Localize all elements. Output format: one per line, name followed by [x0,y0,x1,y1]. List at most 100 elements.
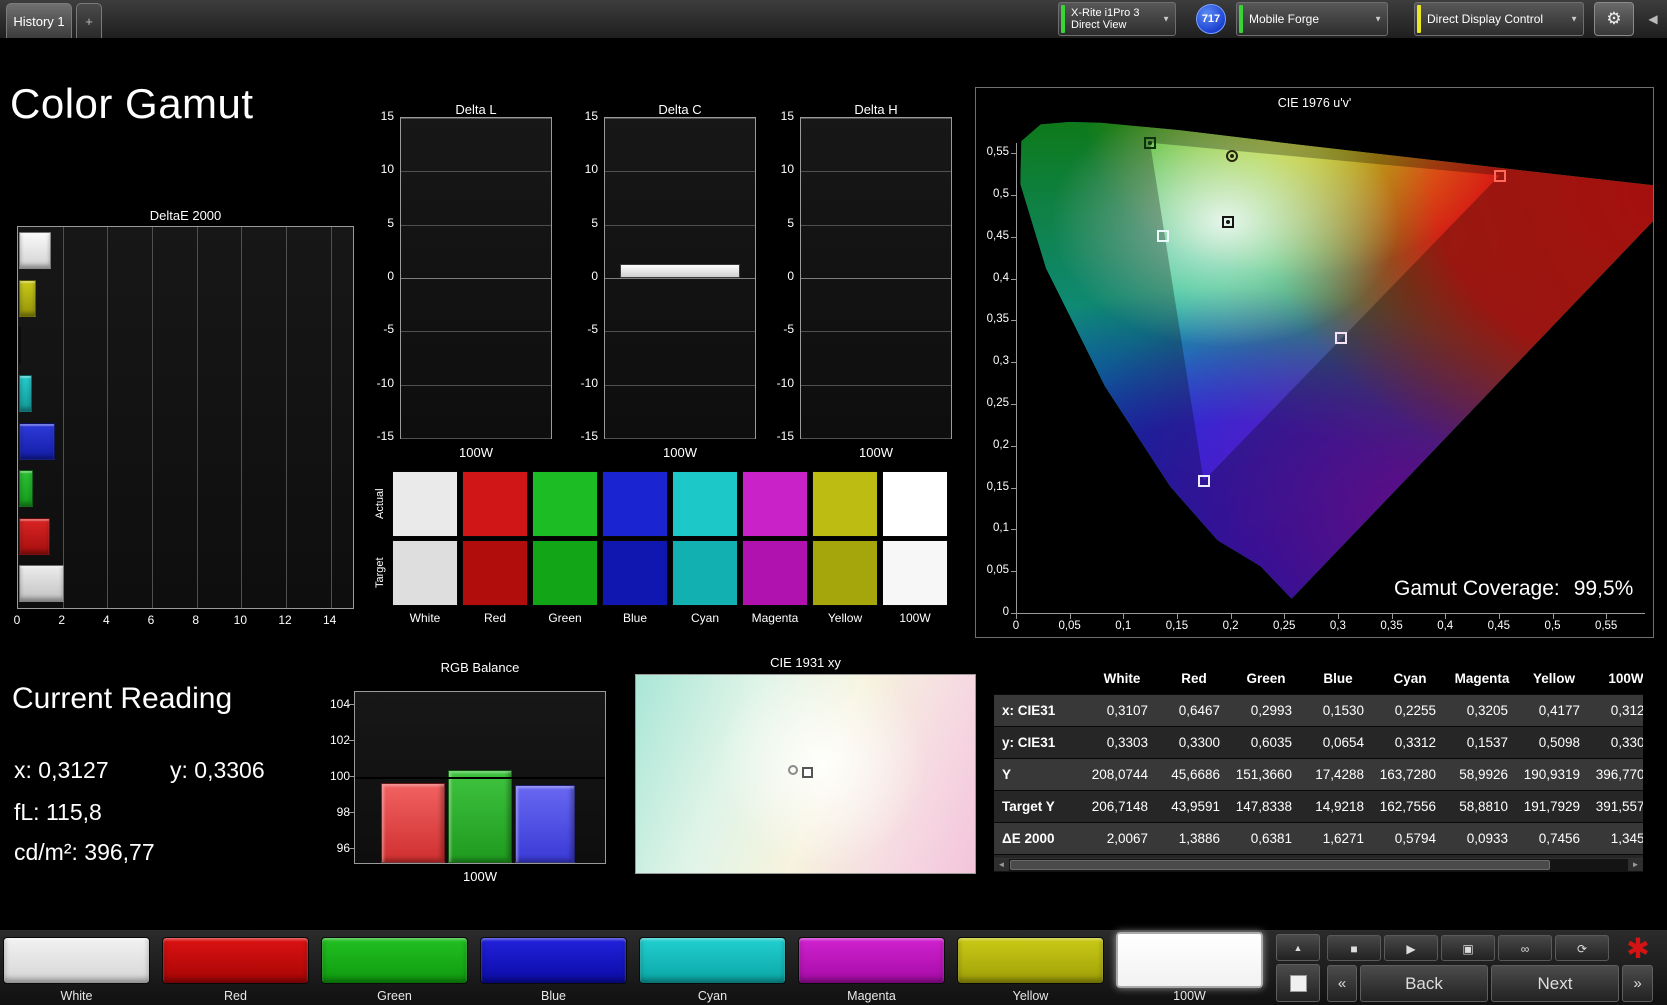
chevron-down-icon: ▼ [1162,14,1170,24]
swatch-actual [742,471,808,537]
cie-ytick-label: 0,2 [993,438,1009,451]
swatch-label: Blue [622,611,648,625]
delta-ytick-label: 15 [780,109,794,123]
cie-xtick-label: 0,25 [1273,620,1296,632]
cie1976-title: CIE 1976 u'v' [1277,96,1352,110]
source-status-bar [1239,5,1243,33]
next-chevron-button[interactable]: » [1622,965,1653,1002]
deltae-gridline [152,227,153,608]
swatch-label: Green [548,611,582,625]
cie-xtick-mark [1498,614,1500,619]
table-cell: 0,3312 [1394,735,1436,750]
table-scrollbar[interactable]: ◄ ► [994,858,1643,872]
chevron-left-icon: « [1337,975,1347,992]
cie-xtick-mark [1606,614,1608,619]
table-row: Target Y 206,7148 43,9591 147,8338 14,9218 16… [994,791,1643,823]
delta-c-x-label: 100W [663,445,697,460]
cie-ytick-label: 0,1 [993,522,1009,535]
marker-dot [1230,154,1235,159]
add-tab-button[interactable]: + [76,3,102,38]
meter-dropdown[interactable]: X-Rite i1Pro 3 Direct View ▼ [1058,2,1176,36]
rgb-ytick-mark [349,775,354,777]
delta-l-chart: Delta L 100W 15 10 5 0 -5 -10 -15 [360,100,556,465]
cie-xtick-label: 0 [1012,620,1020,632]
back-button[interactable]: Back [1360,965,1488,1002]
deltae-bar-red [19,517,51,555]
patch-yellow[interactable] [957,937,1104,984]
patch-red[interactable] [162,937,309,984]
deltae-xtick-label: 0 [13,613,21,627]
deltae-xtick-label: 8 [192,613,199,627]
scroll-left-icon[interactable]: ◄ [994,859,1009,871]
scroll-right-icon[interactable]: ► [1628,859,1643,871]
gamut-coverage: Gamut Coverage: 99,5% [1394,577,1633,601]
display-control-dropdown[interactable]: Direct Display Control ▼ [1414,2,1584,36]
plus-icon: + [85,13,93,29]
table-row: ΔE 2000 2,0067 1,3886 0,6381 1,6271 0,5794 0,0… [994,823,1643,855]
rgb-plot [354,691,606,864]
transport-infinity-icon[interactable]: ∞ [1498,935,1552,961]
table-row: x: CIE31 0,3107 0,6467 0,2993 0,1530 0,2255 0,… [994,695,1643,727]
cie1931-title: CIE 1931 xy [770,655,841,670]
delta-ytick-label: -10 [580,375,598,390]
reading-y: y: 0,3306 [170,757,265,783]
table-cell: 0,1537 [1466,735,1508,750]
back-chevron-button[interactable]: « [1327,965,1357,1002]
deltae-gridline [330,227,332,608]
transport-save-icon[interactable]: ▣ [1441,935,1495,961]
cie-horseshoe [1020,121,1653,599]
collapse-panel-button[interactable]: ◀ [1641,2,1665,36]
patch-blue[interactable] [480,937,627,984]
patch-magenta[interactable] [798,937,945,984]
display-status-bar [1417,5,1421,33]
magenta-secondary-marker [1335,332,1348,345]
table-header-cell: Yellow [1532,671,1576,686]
swatch-actual [812,471,878,537]
cie1931-panel [635,674,976,874]
patch-white[interactable] [3,937,150,984]
transport-stop-icon[interactable]: ■ [1327,935,1381,961]
delta-ytick-label: -10 [776,375,794,390]
delta-h-x-label: 100W [859,445,893,460]
badge-value: 717 [1201,13,1221,25]
delta-gridline [605,331,755,333]
transport-refresh-icon[interactable]: ⟳ [1555,935,1609,961]
cie-xtick-mark [1552,614,1554,619]
source-dropdown[interactable]: Mobile Forge ▼ [1236,2,1388,36]
delta-l-title: Delta L [455,102,497,117]
measurement-count-badge[interactable]: 717 [1196,4,1226,34]
table-cell: 0,6467 [1178,703,1220,718]
scroll-thumb[interactable] [1010,860,1550,870]
swatch-label: Cyan [690,611,719,625]
tab-history-1[interactable]: History 1 [6,3,72,38]
cie-ytick-mark [1011,236,1016,238]
transport-play-icon[interactable]: ▶ [1384,935,1438,961]
pattern-window-up-button[interactable]: ▲ [1276,934,1320,961]
deltae-gridline [107,227,109,608]
deltae-xtick-label: 12 [278,613,292,627]
table-row-label: x: CIE31 [1002,703,1056,718]
reading-x: x: 0,3127 [14,757,109,783]
swatch-label: 100W [899,611,931,625]
table-cell: 0,7456 [1538,831,1580,846]
delta-ytick-label: 10 [380,162,394,177]
swatch-target [392,540,458,606]
rgb-100-reference-line [355,776,605,779]
delta-ytick-label: -5 [783,322,794,337]
settings-button[interactable]: ⚙ [1594,2,1634,36]
patch-100w[interactable] [1116,932,1263,988]
swatch-actual [882,471,948,537]
patch-cyan[interactable] [639,937,786,984]
table-cell: 0,2993 [1250,703,1292,718]
table-cell: 396,7700 [1595,767,1643,782]
delta-c-title: Delta C [658,102,702,117]
back-button-label: Back [1405,973,1443,993]
deltae-bar-yellow [19,279,36,317]
delta-ytick-label: -15 [776,429,794,443]
patch-green[interactable] [321,937,468,984]
pattern-window-button[interactable] [1276,964,1320,1002]
delta-gridline [605,224,755,226]
cie-y-axis [1016,143,1017,613]
swatch-label: Red [483,611,506,625]
next-button[interactable]: Next [1491,965,1619,1002]
